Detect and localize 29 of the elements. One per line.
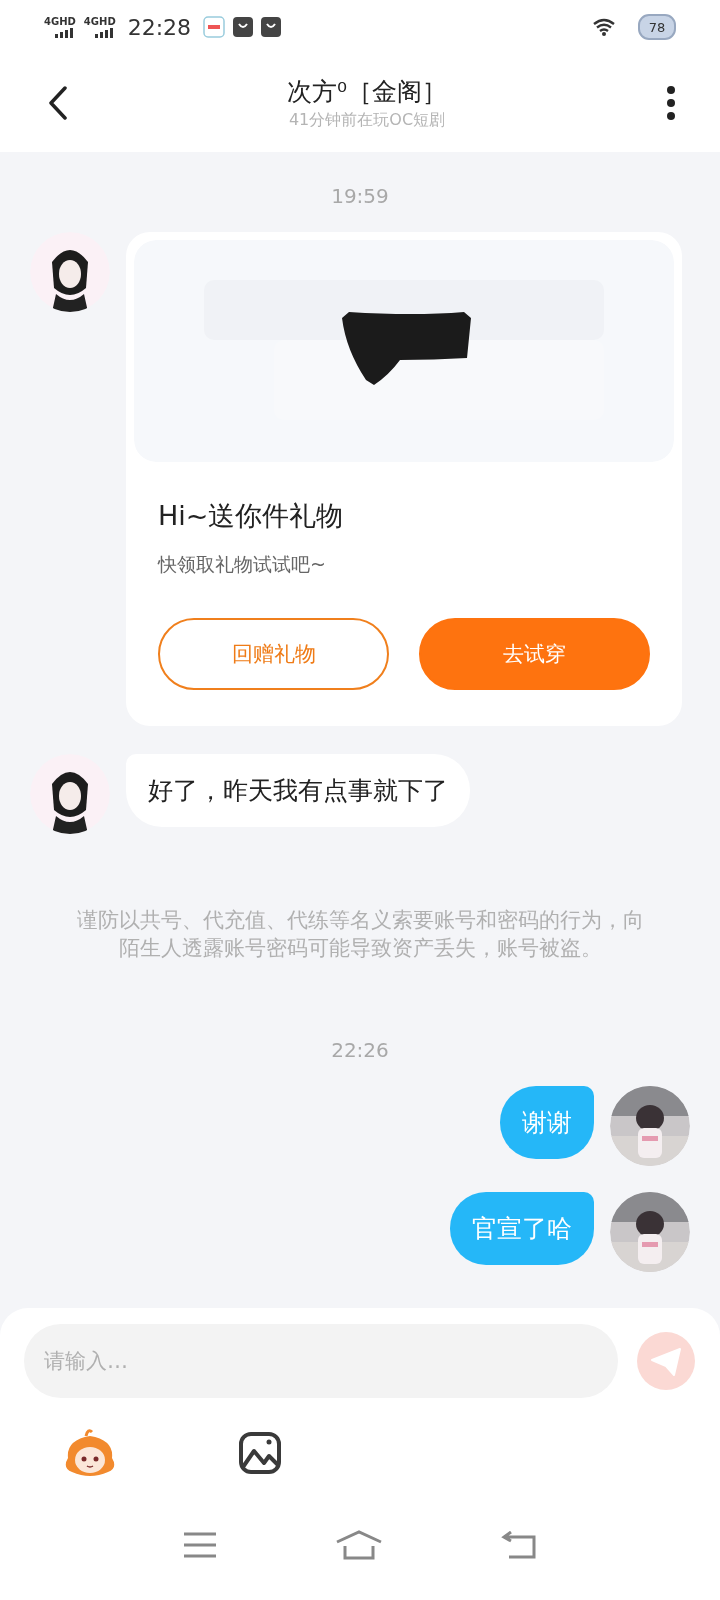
back-nav-icon[interactable] <box>501 1531 537 1559</box>
gift-subtitle: 快领取礼物试试吧~ <box>158 552 327 577</box>
menu-icon[interactable] <box>183 1532 217 1558</box>
message-bubble: 谢谢 <box>500 1086 594 1159</box>
more-icon[interactable] <box>666 85 676 121</box>
network-label: 4GHD <box>83 16 116 27</box>
chat-status: 41分钟前在玩OC短剧 <box>288 110 446 131</box>
message-bubble: 好了，昨天我有点事就下了 <box>126 754 470 827</box>
gift-title: Hi~送你件礼物 <box>158 499 345 533</box>
image-icon[interactable] <box>238 1431 282 1475</box>
bag-icon <box>261 17 282 37</box>
chat-title: 次方⁰［金阁］ <box>287 76 447 108</box>
battery-indicator: 78 <box>638 14 676 40</box>
back-icon[interactable] <box>48 86 68 120</box>
wifi-icon <box>592 18 616 36</box>
status-time: 22:28 <box>127 14 192 40</box>
app-notification-icon <box>203 16 226 38</box>
message-bubble: 官宣了哈 <box>450 1192 594 1265</box>
signal-icon <box>93 27 116 38</box>
message-input[interactable]: 请输入… <box>24 1324 618 1398</box>
message-time: 19:59 <box>331 184 389 208</box>
signal-icon <box>53 27 76 38</box>
message-time: 22:26 <box>331 1038 389 1062</box>
home-icon[interactable] <box>335 1530 383 1560</box>
gift-button[interactable]: 去试穿 <box>419 618 650 690</box>
bag-icon <box>233 17 254 37</box>
gift-button[interactable]: 回赠礼物 <box>158 618 389 690</box>
network-label: 4GHD <box>44 16 76 27</box>
security-notice: 谨防以共号、代充值、代练等名义索要账号和密码的行为，向陌生人透露账号密码可能导致资产丢失，账号被盗。 <box>75 907 645 962</box>
